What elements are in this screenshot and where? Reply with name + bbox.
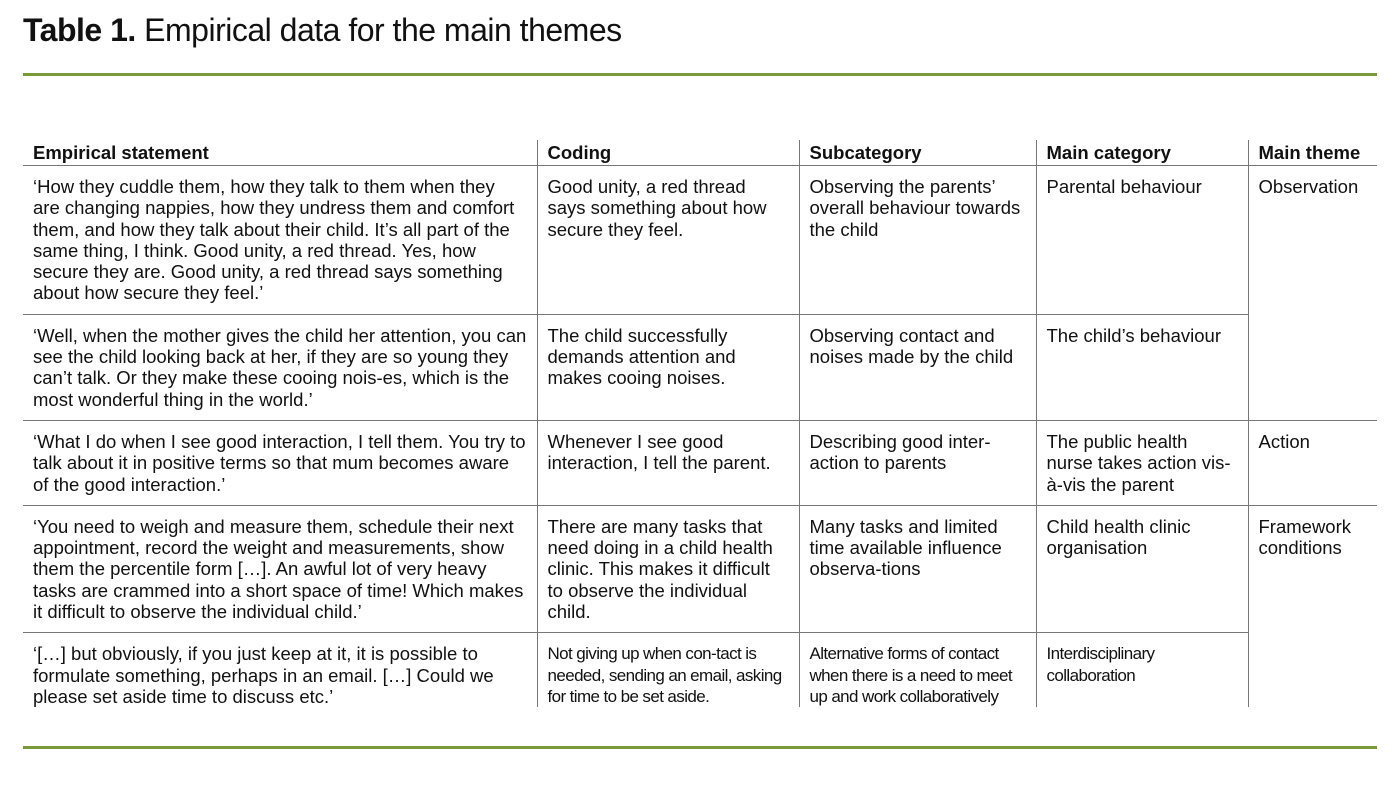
themes-table: Empirical statement Coding Subcategory M… [23, 140, 1377, 708]
cell-statement: ‘What I do when I see good interaction, … [23, 420, 537, 506]
cell-main-category: Interdisciplinary collaboration [1035, 632, 1248, 708]
cell-statement: ‘You need to weigh and measure them, sch… [23, 505, 537, 634]
cell-coding: There are many tasks that need doing in … [536, 505, 799, 634]
bottom-rule [23, 746, 1377, 749]
table-row: ‘Well, when the mother gives the child h… [23, 314, 1377, 421]
header-coding: Coding [536, 140, 799, 166]
cell-main-category: The public health nurse takes action vis… [1035, 420, 1248, 506]
table-row: ‘[…] but obviously, if you just keep at … [23, 632, 1377, 708]
cell-subcategory: Observing the parents’ overall behaviour… [798, 165, 1036, 315]
table-title-label: Table 1. [23, 12, 136, 48]
cell-coding: The child successfully demands attention… [536, 314, 799, 421]
cell-main-theme: Action [1247, 420, 1377, 506]
top-rule [23, 73, 1377, 76]
table-row: ‘What I do when I see good interaction, … [23, 420, 1377, 506]
cell-statement: ‘Well, when the mother gives the child h… [23, 314, 537, 421]
cell-coding: Whenever I see good interaction, I tell … [536, 420, 799, 506]
cell-subcategory: Many tasks and limited time available in… [798, 505, 1036, 634]
cell-main-theme: Observation [1247, 165, 1377, 421]
table-title-text: Empirical data for the main themes [144, 12, 622, 48]
table-header-row: Empirical statement Coding Subcategory M… [23, 140, 1377, 166]
cell-main-theme: Framework conditions [1247, 505, 1377, 708]
cell-coding: Not giving up when con-tact is needed, s… [536, 632, 799, 708]
table-title: Table 1. Empirical data for the main the… [23, 12, 622, 49]
cell-main-category: Parental behaviour [1035, 165, 1248, 315]
cell-subcategory: Alternative forms of contact when there … [798, 632, 1036, 708]
table-row: ‘How they cuddle them, how they talk to … [23, 165, 1377, 421]
cell-statement: ‘How they cuddle them, how they talk to … [23, 165, 537, 315]
cell-subcategory: Describing good inter-action to parents [798, 420, 1036, 506]
header-empirical-statement: Empirical statement [23, 140, 537, 166]
cell-subcategory: Observing contact and noises made by the… [798, 314, 1036, 421]
header-subcategory: Subcategory [798, 140, 1036, 166]
cell-main-category: The child’s behaviour [1035, 314, 1248, 421]
header-main-theme: Main theme [1247, 140, 1377, 166]
cell-statement: ‘[…] but obviously, if you just keep at … [33, 643, 494, 707]
cell-main-category: Child health clinic organisation [1035, 505, 1248, 634]
header-main-category: Main category [1035, 140, 1248, 166]
cell-coding: Good unity, a red thread says something … [536, 165, 799, 315]
table-row: ‘You need to weigh and measure them, sch… [23, 505, 1377, 708]
